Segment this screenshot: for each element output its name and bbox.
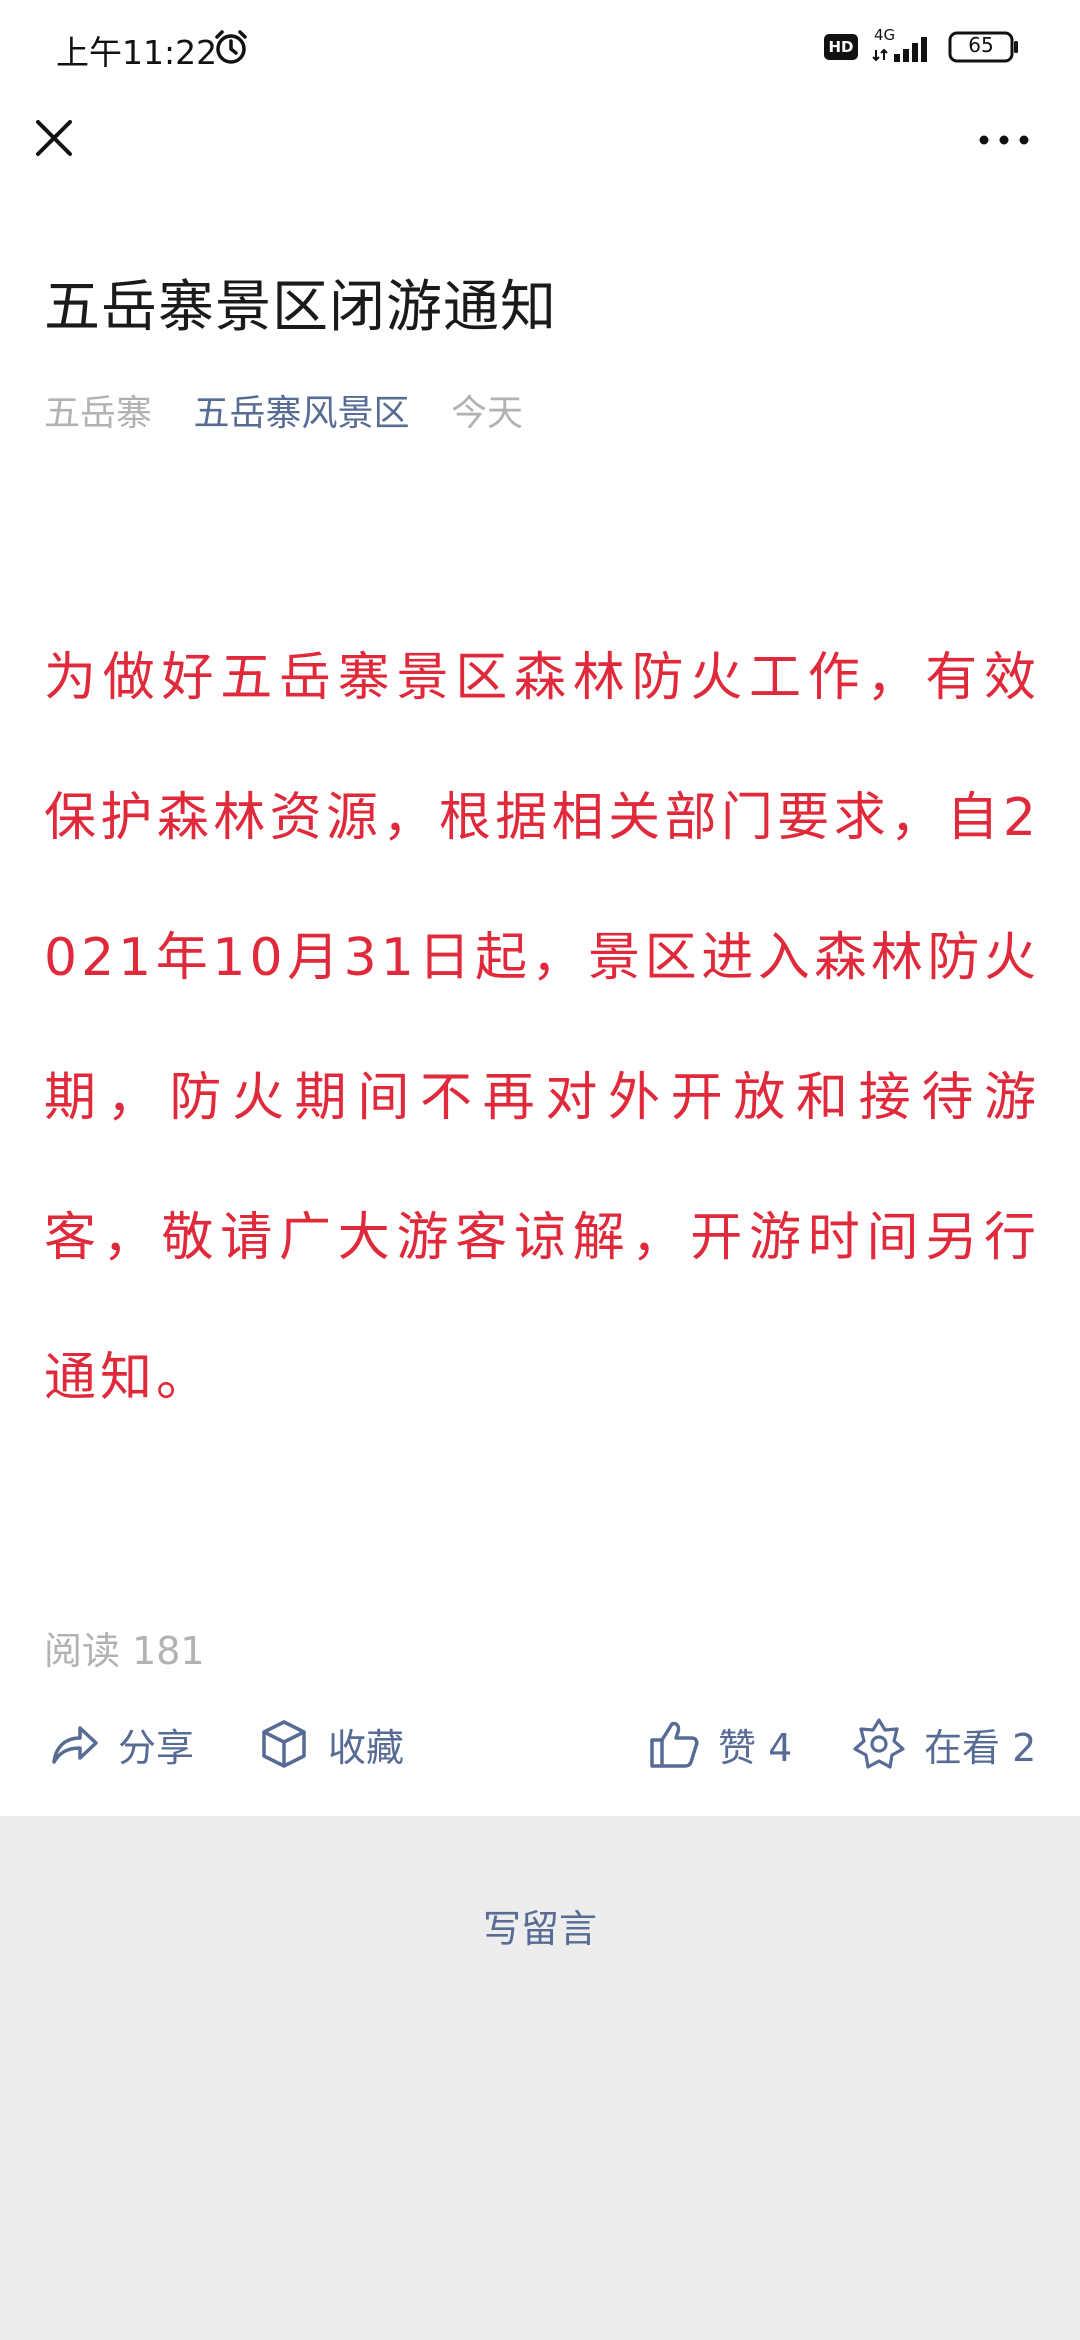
more-button[interactable] (972, 118, 1036, 162)
watching-label: 在看 2 (924, 1725, 1037, 1770)
signal-icon (872, 37, 927, 62)
alarm-icon (215, 30, 247, 64)
watching-button[interactable]: 在看 2 (852, 1710, 1036, 1778)
article-body: 为做好五岳寨景区森林防火工作，有效保护森林资源，根据相关部门要求，自2021年1… (44, 648, 1040, 1408)
read-count: 阅读 181 (44, 1629, 205, 1673)
watching-star-icon (853, 1718, 905, 1769)
comment-area (0, 1816, 1080, 2340)
screen: 上午11:22 HD 4G 65 五岳寨景区闭游通知 五岳寨 五岳寨风景区 今天… (0, 0, 1080, 2340)
close-button[interactable] (28, 112, 80, 164)
write-comment-button[interactable]: 写留言 (0, 1898, 1080, 1953)
share-button[interactable]: 分享 (48, 1710, 194, 1778)
more-icon (979, 135, 1029, 145)
close-icon (36, 120, 72, 156)
like-button[interactable]: 赞 4 (648, 1710, 792, 1778)
article-meta: 五岳寨 五岳寨风景区 今天 (44, 384, 523, 436)
battery-level: 65 (968, 33, 994, 57)
status-bar: 上午11:22 HD 4G 65 (0, 0, 1080, 96)
article-title: 五岳寨景区闭游通知 (44, 275, 557, 340)
publish-date: 今天 (450, 393, 523, 434)
collect-label: 收藏 (328, 1725, 405, 1770)
collect-button[interactable]: 收藏 (258, 1710, 404, 1778)
hd-badge: HD (824, 34, 858, 60)
thumbs-up-icon (650, 1721, 699, 1768)
status-time: 上午11:22 (56, 33, 218, 72)
share-label: 分享 (118, 1725, 195, 1770)
account-name-link[interactable]: 五岳寨风景区 (193, 393, 409, 434)
like-label: 赞 4 (718, 1725, 793, 1770)
box-icon (262, 1720, 306, 1768)
article-author: 五岳寨 (44, 393, 153, 434)
share-icon (52, 1726, 98, 1764)
